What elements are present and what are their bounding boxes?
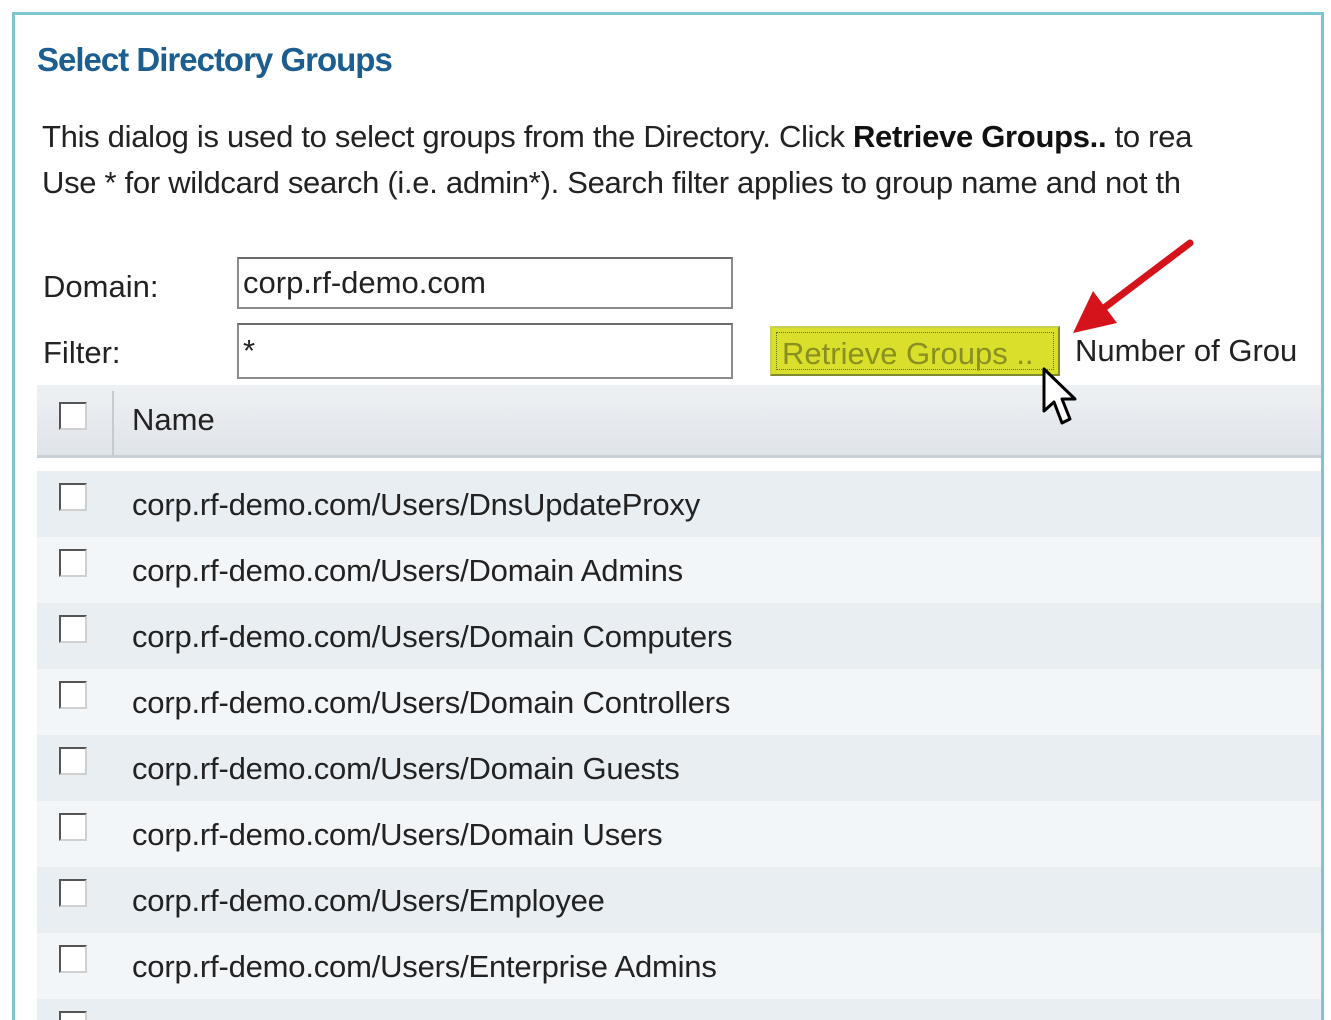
group-name: corp.rf-demo.com/Users/DnsUpdateProxy xyxy=(132,487,701,522)
dialog-title: Select Directory Groups xyxy=(37,41,393,78)
group-name: corp.rf-demo.com/Users/Domain Admins xyxy=(132,553,683,588)
table-row[interactable]: corp.rf-demo.com/Users/Employee xyxy=(37,867,1321,933)
row-checkbox[interactable] xyxy=(59,483,87,511)
dialog-description-line1: This dialog is used to select groups fro… xyxy=(42,119,1192,155)
domain-label: Domain: xyxy=(43,269,159,304)
retrieve-groups-button[interactable]: Retrieve Groups .. xyxy=(770,326,1060,376)
group-name: corp.rf-demo.com/Users/Domain Users xyxy=(132,817,663,852)
retrieve-groups-label: Retrieve Groups .. xyxy=(782,336,1034,371)
column-divider xyxy=(112,391,114,455)
row-checkbox[interactable] xyxy=(59,615,87,643)
select-all-checkbox[interactable] xyxy=(59,402,87,430)
row-checkbox[interactable] xyxy=(59,1011,87,1020)
column-header-name[interactable]: Name xyxy=(132,402,215,438)
row-checkbox[interactable] xyxy=(59,549,87,577)
table-row[interactable]: corp.rf-demo.com/Users/Enterprise Admins xyxy=(37,933,1321,999)
group-name: corp.rf-demo.com/Users/Domain Controller… xyxy=(132,685,731,720)
table-row[interactable]: corp.rf-demo.com/Users/Domain Guests xyxy=(37,735,1321,801)
groups-table: Name corp.rf-demo.com/Users/DnsUpdatePro… xyxy=(37,385,1321,1020)
table-row[interactable]: corp.rf-demo.com/Users/Domain Controller… xyxy=(37,669,1321,735)
filter-input[interactable] xyxy=(237,323,733,379)
table-body: corp.rf-demo.com/Users/DnsUpdateProxy co… xyxy=(37,458,1321,1020)
group-name: corp.rf-demo.com/Users/Employee xyxy=(132,883,605,918)
table-row[interactable]: corp.rf-demo.com/Users/Domain Computers xyxy=(37,603,1321,669)
table-row-partial[interactable] xyxy=(37,999,1321,1020)
row-checkbox[interactable] xyxy=(59,813,87,841)
description-text-cut: to rea xyxy=(1106,119,1193,154)
number-of-groups-label: Number of Grou xyxy=(1075,333,1298,368)
description-bold-text: Retrieve Groups.. xyxy=(852,119,1107,154)
domain-input[interactable] xyxy=(237,257,733,309)
table-row[interactable]: corp.rf-demo.com/Users/Domain Admins xyxy=(37,537,1321,603)
row-checkbox[interactable] xyxy=(59,945,87,973)
group-name: corp.rf-demo.com/Users/Domain Guests xyxy=(132,751,680,786)
row-checkbox[interactable] xyxy=(59,747,87,775)
dialog-frame: Select Directory Groups This dialog is u… xyxy=(12,12,1324,1020)
group-name: corp.rf-demo.com/Users/Enterprise Admins xyxy=(132,949,717,984)
group-name: corp.rf-demo.com/Users/Domain Computers xyxy=(132,619,733,654)
table-row[interactable]: corp.rf-demo.com/Users/DnsUpdateProxy xyxy=(37,471,1321,537)
row-checkbox[interactable] xyxy=(59,879,87,907)
table-row[interactable]: corp.rf-demo.com/Users/Domain Users xyxy=(37,801,1321,867)
filter-label: Filter: xyxy=(43,335,121,370)
table-header: Name xyxy=(37,385,1321,458)
row-checkbox[interactable] xyxy=(59,681,87,709)
description-text: This dialog is used to select groups fro… xyxy=(42,119,853,154)
dialog-description-line2: Use * for wildcard search (i.e. admin*).… xyxy=(42,165,1181,200)
